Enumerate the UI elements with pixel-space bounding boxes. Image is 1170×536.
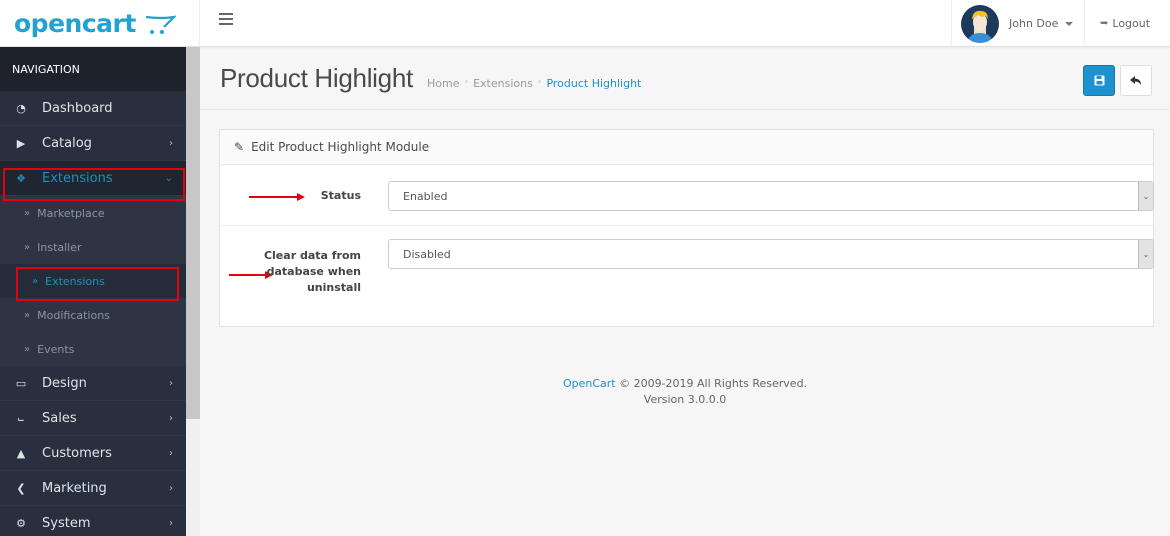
share-icon: ❮	[16, 481, 26, 495]
top-header: opencart John Doe ➥ Logout	[0, 0, 1170, 47]
chevron-down-icon: ⌄	[164, 172, 173, 184]
floppy-disk-icon	[1094, 75, 1104, 86]
user-icon: ▲	[16, 446, 26, 460]
chevron-down-icon: ⌄	[1138, 240, 1153, 268]
chevron-right-icon: ›	[169, 137, 173, 149]
logo[interactable]: opencart	[0, 0, 200, 47]
user-dropdown[interactable]: John Doe	[951, 0, 1085, 47]
sidebar: NAVIGATION ◔ Dashboard ▶ Catalog › ❖ Ext…	[0, 47, 186, 536]
sidebar-item-label: Design	[42, 375, 87, 391]
dashboard-icon: ◔	[16, 101, 26, 115]
breadcrumb-current[interactable]: Product Highlight	[546, 77, 641, 90]
sidebar-heading: NAVIGATION	[0, 47, 186, 91]
opencart-link[interactable]: OpenCart	[563, 377, 616, 390]
status-select[interactable]: Enabled ⌄	[388, 181, 1154, 211]
gear-icon: ⚙	[16, 516, 26, 530]
submenu-item-installer[interactable]: » Installer	[0, 230, 186, 264]
sidebar-item-label: Dashboard	[42, 100, 113, 116]
panel-heading: ✎ Edit Product Highlight Module	[220, 130, 1153, 165]
chevron-right-icon: ›	[169, 377, 173, 389]
chevron-right-icon: ›	[169, 517, 173, 529]
sidebar-item-label: Catalog	[42, 135, 92, 151]
submenu-label: Extensions	[45, 274, 105, 288]
puzzle-icon: ❖	[16, 171, 26, 185]
sidebar-item-catalog[interactable]: ▶ Catalog ›	[0, 126, 186, 161]
breadcrumb-extensions[interactable]: Extensions	[473, 77, 533, 90]
logout-label: Logout	[1112, 17, 1151, 30]
sidebar-item-label: Sales	[42, 410, 77, 426]
sidebar-item-system[interactable]: ⚙ System ›	[0, 506, 186, 536]
clear-data-select[interactable]: Disabled ⌄	[388, 239, 1154, 269]
double-chevron-icon: »	[24, 343, 31, 355]
footer: OpenCart © 2009-2019 All Rights Reserved…	[200, 376, 1170, 408]
sidebar-item-label: Customers	[42, 445, 112, 461]
sidebar-item-label: Extensions	[42, 170, 113, 186]
clear-data-label: Clear data from database when uninstall	[263, 249, 361, 294]
submenu-item-extensions[interactable]: » Extensions	[0, 264, 186, 298]
status-select-value: Enabled	[403, 189, 448, 203]
submenu-item-marketplace[interactable]: » Marketplace	[0, 196, 186, 230]
breadcrumb: Home › Extensions › Product Highlight	[427, 77, 641, 90]
breadcrumb-separator-icon: ›	[464, 77, 469, 87]
breadcrumb-home[interactable]: Home	[427, 77, 459, 90]
sidebar-item-extensions[interactable]: ❖ Extensions ⌄	[0, 161, 186, 196]
avatar	[961, 4, 999, 43]
sidebar-scrollbar-thumb[interactable]	[186, 47, 200, 419]
extensions-submenu: » Marketplace » Installer » Extensions »…	[0, 196, 186, 366]
submenu-label: Modifications	[37, 308, 110, 322]
caret-down-icon	[1065, 21, 1074, 26]
back-button[interactable]	[1120, 65, 1152, 96]
chevron-right-icon: ›	[169, 412, 173, 424]
edit-module-panel: ✎ Edit Product Highlight Module Status E…	[219, 129, 1154, 327]
chevron-right-icon: ›	[169, 447, 173, 459]
save-button[interactable]	[1083, 65, 1115, 96]
submenu-label: Events	[37, 342, 75, 356]
sidebar-item-label: System	[42, 515, 91, 531]
reply-icon	[1130, 75, 1141, 85]
copyright-text: © 2009-2019 All Rights Reserved.	[615, 377, 808, 390]
main-content: Product Highlight Home › Extensions › Pr…	[200, 47, 1170, 536]
clear-data-select-value: Disabled	[403, 247, 451, 261]
sidebar-item-label: Marketing	[42, 480, 107, 496]
submenu-item-modifications[interactable]: » Modifications	[0, 298, 186, 332]
cart-logo-icon	[145, 15, 176, 34]
submenu-label: Installer	[37, 240, 82, 254]
logo-text: opencart	[14, 9, 136, 38]
sidebar-item-dashboard[interactable]: ◔ Dashboard	[0, 91, 186, 126]
sidebar-item-sales[interactable]: ⨽ Sales ›	[0, 401, 186, 436]
submenu-item-events[interactable]: » Events	[0, 332, 186, 366]
version-text: Version 3.0.0.0	[643, 393, 727, 406]
sign-out-icon: ➥	[1100, 18, 1109, 29]
page-header: Product Highlight Home › Extensions › Pr…	[200, 47, 1170, 110]
double-chevron-icon: »	[24, 241, 31, 253]
form-row-clear-data: Clear data from database when uninstall …	[220, 226, 1154, 321]
double-chevron-icon: »	[24, 207, 31, 219]
page-title: Product Highlight	[220, 63, 413, 93]
status-label: Status	[320, 189, 361, 202]
submenu-label: Marketplace	[37, 206, 105, 220]
sidebar-item-design[interactable]: ▭ Design ›	[0, 366, 186, 401]
breadcrumb-separator-icon: ›	[537, 77, 542, 87]
user-name: John Doe	[1009, 17, 1059, 30]
menu-toggle-button[interactable]	[219, 13, 235, 29]
double-chevron-icon: »	[24, 309, 31, 321]
sidebar-item-customers[interactable]: ▲ Customers ›	[0, 436, 186, 471]
monitor-icon: ▭	[15, 376, 27, 390]
cart-icon: ⨽	[17, 411, 25, 424]
double-chevron-icon: »	[32, 275, 39, 287]
pencil-icon: ✎	[234, 140, 245, 154]
chevron-right-icon: ›	[169, 482, 173, 494]
panel-title: Edit Product Highlight Module	[251, 140, 430, 154]
hamburger-icon	[219, 13, 233, 15]
form-row-status: Status Enabled ⌄	[220, 165, 1154, 226]
logout-link[interactable]: ➥ Logout	[1100, 0, 1150, 47]
sidebar-item-marketing[interactable]: ❮ Marketing ›	[0, 471, 186, 506]
chevron-down-icon: ⌄	[1138, 182, 1153, 210]
tags-icon: ▶	[16, 136, 26, 150]
